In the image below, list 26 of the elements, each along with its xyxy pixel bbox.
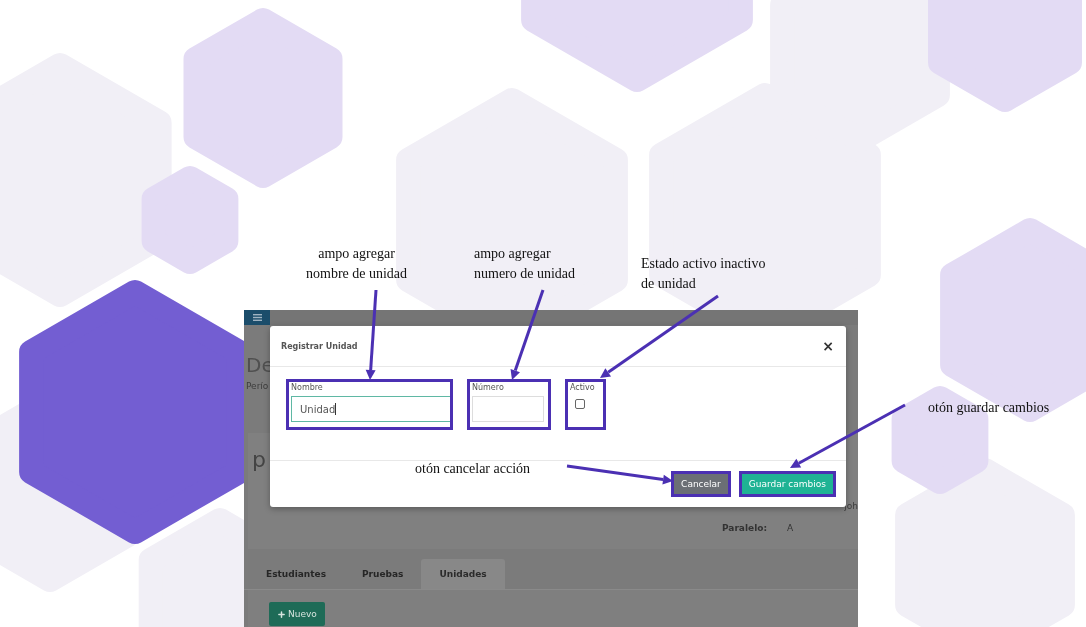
page-subtitle: Perío [246, 381, 269, 391]
annotation-text: otón guardar cambios [928, 399, 1050, 417]
input-field[interactable]: Unidad [291, 396, 450, 422]
close-button[interactable]: × [822, 339, 834, 353]
field-label: Número [472, 382, 505, 393]
field-label: Paralelo: [722, 523, 767, 533]
menu-icon [252, 314, 262, 321]
cancel-button[interactable]: Cancelar [674, 474, 728, 494]
modal-title: Registrar Unidad [281, 341, 358, 351]
panel-heading: p [252, 447, 266, 473]
annotation-text: Estado activo inactivo de unidad [641, 255, 766, 293]
tab[interactable]: Estudiantes [248, 559, 344, 589]
tab[interactable]: Pruebas [344, 559, 422, 589]
annotation-text: ampo agregar numero de unidad [474, 245, 576, 283]
annotation-text: ampo agregar nombre de unidad [306, 245, 408, 283]
plus-icon [277, 609, 286, 619]
field-value: A [787, 523, 794, 533]
annotation-text: otón cancelar acción [415, 460, 531, 478]
new-button[interactable]: Nuevo [269, 602, 325, 626]
menu-button[interactable] [244, 310, 270, 325]
save-button[interactable]: Guardar cambios [741, 474, 833, 494]
tab[interactable]: Unidades [421, 559, 505, 589]
field-label: Activo [570, 382, 596, 393]
checkbox[interactable] [575, 399, 585, 409]
field-label: Nombre [291, 382, 324, 393]
input-field[interactable] [472, 396, 544, 422]
